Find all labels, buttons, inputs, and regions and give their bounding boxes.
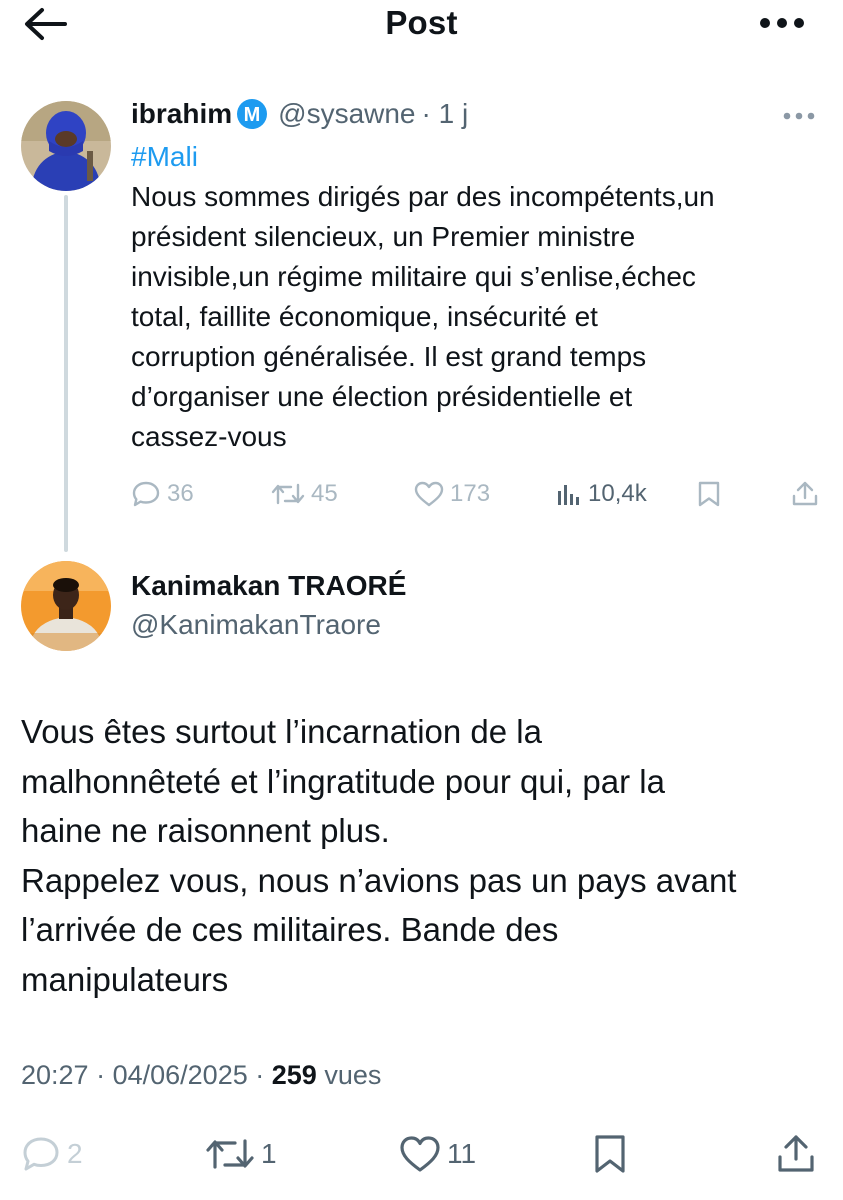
parent-tweet-body: #Mali Nous sommes dirigés par des incomp… xyxy=(131,137,821,457)
like-count: 11 xyxy=(447,1138,477,1169)
reply-icon xyxy=(132,481,160,507)
bookmark-icon xyxy=(698,481,720,507)
parent-action-bar: 36 45 173 10,4k xyxy=(131,474,821,514)
tweet-text-line: président silencieux, un Premier ministr… xyxy=(131,221,636,252)
post-metadata: 20:27 · 04/06/2025 · 259 vues xyxy=(21,1060,381,1091)
post-time-ago: · 1 j xyxy=(421,98,469,129)
tweet-text-line: Vous êtes surtout l’incarnation de la xyxy=(21,713,542,750)
repost-count: 45 xyxy=(311,480,338,507)
thread-connector xyxy=(64,195,68,552)
hashtag-link[interactable]: #Mali xyxy=(131,137,821,177)
views-bar-chart-icon xyxy=(558,485,579,505)
separator: · xyxy=(255,1060,272,1090)
bookmark-button[interactable] xyxy=(697,474,721,514)
tweet-text-line: Rappelez vous, nous n’avions pas un pays… xyxy=(21,861,737,899)
repost-button[interactable]: 45 xyxy=(271,474,338,514)
avatar[interactable] xyxy=(21,101,111,191)
tweet-text-line: Nous sommes dirigés par des incompétents… xyxy=(131,181,715,212)
tweet-text-line: d’organiser une élection présidentielle … xyxy=(131,381,633,412)
reply-button[interactable]: 36 xyxy=(131,474,194,514)
reply-button[interactable]: 2 xyxy=(21,1130,83,1178)
author-handle[interactable]: @sysawne xyxy=(278,98,415,130)
repost-button[interactable]: 1 xyxy=(205,1130,277,1178)
share-button[interactable] xyxy=(791,474,819,514)
tweet-text-line: manipulateurs xyxy=(21,960,229,998)
post-date[interactable]: 04/06/2025 xyxy=(113,1060,248,1090)
svg-text:M: M xyxy=(244,104,261,126)
tweet-text-line: l’arrivée de ces militaires. Bande des xyxy=(21,911,559,948)
tweet-more-button[interactable] xyxy=(779,104,819,128)
views-count: 10,4k xyxy=(588,480,647,507)
tweet-text-line: invisible,un régime militaire qui s’enli… xyxy=(131,261,696,292)
author-name[interactable]: Kanimakan TRAORÉ xyxy=(131,570,406,602)
heart-icon xyxy=(414,481,444,507)
tweet-text-line: cassez-vous xyxy=(131,421,287,452)
share-button[interactable] xyxy=(776,1130,816,1178)
reply-action-bar: 2 1 11 xyxy=(21,1130,821,1178)
views-label: vues xyxy=(324,1060,382,1090)
verified-badge-icon[interactable]: M xyxy=(236,98,268,130)
repost-count: 1 xyxy=(261,1138,277,1169)
reply-tweet-body: Vous êtes surtout l’incarnation de la ma… xyxy=(21,707,821,1004)
page-title: Post xyxy=(385,4,458,41)
separator: · xyxy=(96,1060,113,1090)
top-bar: Post xyxy=(0,0,843,52)
share-icon xyxy=(778,1135,814,1172)
views-count[interactable]: 259 xyxy=(272,1060,317,1090)
more-options-button[interactable] xyxy=(757,8,807,38)
reply-count: 2 xyxy=(67,1138,83,1169)
more-horizontal-icon xyxy=(760,18,804,28)
tweet-text-line: malhonnêteté et l’ingratitude pour qui, … xyxy=(21,762,665,800)
heart-icon xyxy=(400,1136,440,1172)
bookmark-icon xyxy=(595,1135,625,1173)
tweet-text-line: haine ne raisonnent plus. xyxy=(21,812,390,849)
like-button[interactable]: 173 xyxy=(414,474,490,514)
author-handle[interactable]: @KanimakanTraore xyxy=(131,609,381,641)
author-name[interactable]: ibrahim xyxy=(131,98,232,130)
share-icon xyxy=(792,481,818,506)
like-count: 173 xyxy=(450,480,491,507)
reply-count: 36 xyxy=(167,480,194,507)
bookmark-button[interactable] xyxy=(593,1130,627,1178)
avatar[interactable] xyxy=(21,561,111,651)
views-button[interactable]: 10,4k xyxy=(556,474,647,514)
parent-tweet-header: ibrahim M @sysawne · 1 j xyxy=(131,94,468,134)
tweet-text-line: total, faillite économique, insécurité e… xyxy=(131,301,598,332)
tweet-text-line: corruption généralisée. Il est grand tem… xyxy=(131,341,647,372)
more-horizontal-icon xyxy=(783,112,815,120)
like-button[interactable]: 11 xyxy=(399,1130,476,1178)
repost-icon xyxy=(206,1139,254,1169)
repost-icon xyxy=(271,483,305,505)
post-time[interactable]: 20:27 xyxy=(21,1060,89,1090)
reply-icon xyxy=(23,1137,59,1171)
